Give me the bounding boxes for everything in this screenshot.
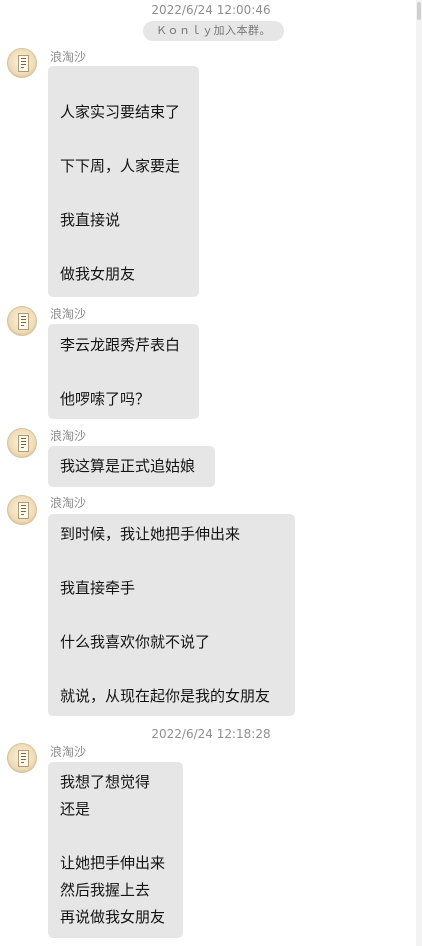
book-icon xyxy=(18,750,29,767)
sender-name: 浪淘沙 xyxy=(50,496,87,510)
message-bubble[interactable]: 李云龙跟秀芹表白 他啰嗦了吗？ xyxy=(48,324,199,419)
message-bubble[interactable]: 我这算是正式追姑娘 xyxy=(48,446,215,487)
book-icon xyxy=(18,313,29,330)
avatar[interactable] xyxy=(7,306,37,336)
book-icon xyxy=(18,435,29,452)
message-bubble[interactable]: 到时候，我让她把手伸出来 我直接牵手 什么我喜欢你就不说了 就说，从现在起你是我… xyxy=(48,514,295,716)
message-bubble[interactable]: 我想了想觉得 还是 让她把手伸出来 然后我握上去 再说做我女朋友 xyxy=(48,762,183,938)
chat-timestamp: 2022/6/24 12:18:28 xyxy=(151,727,271,741)
avatar[interactable] xyxy=(7,48,37,78)
sender-name: 浪淘沙 xyxy=(50,50,87,64)
avatar[interactable] xyxy=(7,495,37,525)
avatar[interactable] xyxy=(7,743,37,773)
sender-name: 浪淘沙 xyxy=(50,429,87,443)
book-icon xyxy=(18,55,29,72)
avatar[interactable] xyxy=(7,428,37,458)
chat-scrollbar[interactable] xyxy=(416,0,422,946)
system-join-notice: Ｋｏｎｌｙ加入本群。 xyxy=(143,21,284,41)
message-bubble[interactable]: 人家实习要结束了 下下周，人家要走 我直接说 做我女朋友 xyxy=(48,66,199,297)
book-icon xyxy=(18,502,29,519)
sender-name: 浪淘沙 xyxy=(50,745,87,759)
chat-timestamp: 2022/6/24 12:00:46 xyxy=(151,3,271,17)
sender-name: 浪淘沙 xyxy=(50,307,87,321)
